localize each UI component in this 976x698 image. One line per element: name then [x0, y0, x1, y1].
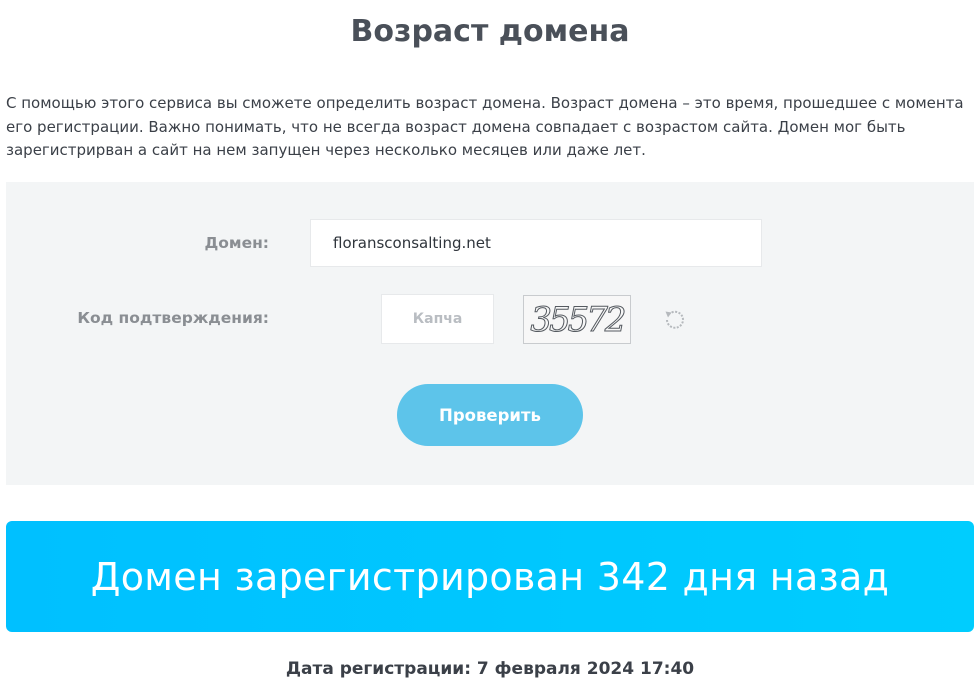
captcha-image: 35572 [523, 295, 631, 344]
result-text: Домен зарегистрирован 342 дня назад [90, 554, 890, 599]
refresh-icon[interactable] [661, 306, 689, 334]
check-button[interactable]: Проверить [397, 384, 583, 446]
registration-date: Дата регистрации: 7 февраля 2024 17:40 [285, 659, 695, 679]
domain-age-form: Домен: Код подтверждения: 35572 Проверит… [6, 182, 974, 485]
captcha-label: Код подтверждения: [77, 309, 269, 327]
page-title: Возраст домена [350, 14, 630, 49]
domain-label: Домен: [204, 234, 269, 252]
result-banner: Домен зарегистрирован 342 дня назад [6, 521, 974, 632]
intro-text: С помощью этого сервиса вы сможете опред… [6, 94, 964, 159]
captcha-input[interactable] [381, 294, 494, 344]
captcha-image-text: 35572 [530, 299, 627, 340]
domain-input[interactable] [310, 219, 762, 267]
